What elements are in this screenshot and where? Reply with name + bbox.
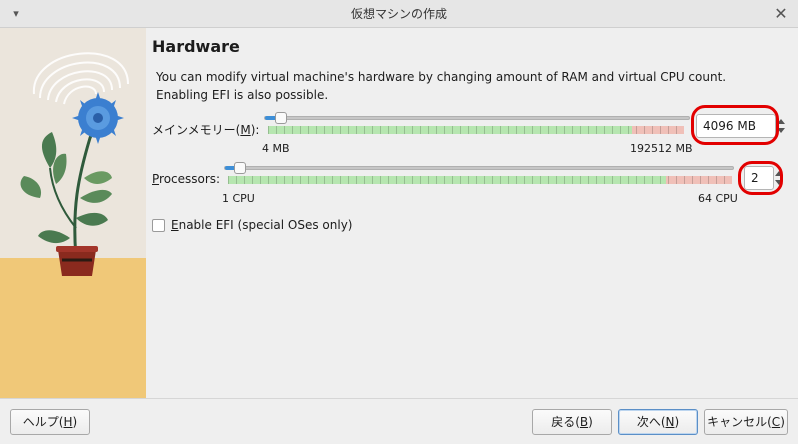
page-description: You can modify virtual machine's hardwar…	[156, 68, 756, 104]
next-button[interactable]: 次へ(N)	[618, 409, 698, 435]
processors-spin-arrows[interactable]	[774, 166, 786, 190]
description-line: Enabling EFI is also possible.	[156, 88, 329, 102]
processors-range-ticks	[228, 176, 732, 184]
enable-efi-checkbox[interactable]	[152, 219, 165, 232]
processors-range-bar	[228, 176, 732, 184]
memory-spin-arrows[interactable]	[776, 114, 788, 138]
processors-max-label: 64 CPU	[698, 192, 738, 205]
hardware-page: Hardware You can modify virtual machine'…	[146, 28, 798, 398]
spin-up-icon[interactable]	[775, 171, 783, 176]
memory-range-bar	[268, 126, 684, 134]
dialog-button-bar: ヘルプ(H) 戻る(B) 次へ(N) キャンセル(C)	[0, 398, 798, 444]
processors-min-label: 1 CPU	[222, 192, 255, 205]
enable-efi-label[interactable]: Enable EFI (special OSes only)	[171, 218, 352, 232]
memory-max-label: 192512 MB	[630, 142, 693, 155]
memory-slider-handle[interactable]	[275, 112, 288, 124]
window-title: 仮想マシンの作成	[350, 7, 447, 21]
help-button[interactable]: ヘルプ(H)	[10, 409, 90, 435]
cancel-button[interactable]: キャンセル(C)	[704, 409, 788, 435]
spin-up-icon[interactable]	[777, 119, 785, 124]
description-line: You can modify virtual machine's hardwar…	[156, 70, 727, 84]
spin-down-icon[interactable]	[775, 180, 783, 185]
title-bar: ▾ 仮想マシンの作成 ✕	[0, 0, 798, 28]
memory-range-ticks	[268, 126, 684, 134]
memory-min-label: 4 MB	[262, 142, 290, 155]
memory-slider-track[interactable]	[264, 116, 690, 120]
memory-spinbox[interactable]: 4096 MB	[696, 114, 776, 138]
plant-illustration	[0, 28, 146, 398]
spin-down-icon[interactable]	[777, 128, 785, 133]
wizard-illustration	[0, 28, 146, 398]
back-button[interactable]: 戻る(B)	[532, 409, 612, 435]
processors-label: Processors:	[152, 172, 221, 186]
processors-slider-track[interactable]	[224, 166, 734, 170]
processors-spinbox[interactable]: 2	[744, 166, 774, 190]
close-icon[interactable]: ✕	[772, 5, 790, 23]
processors-slider-handle[interactable]	[234, 162, 247, 174]
page-title: Hardware	[152, 37, 240, 56]
memory-label: メインメモリー(M):	[152, 123, 260, 137]
